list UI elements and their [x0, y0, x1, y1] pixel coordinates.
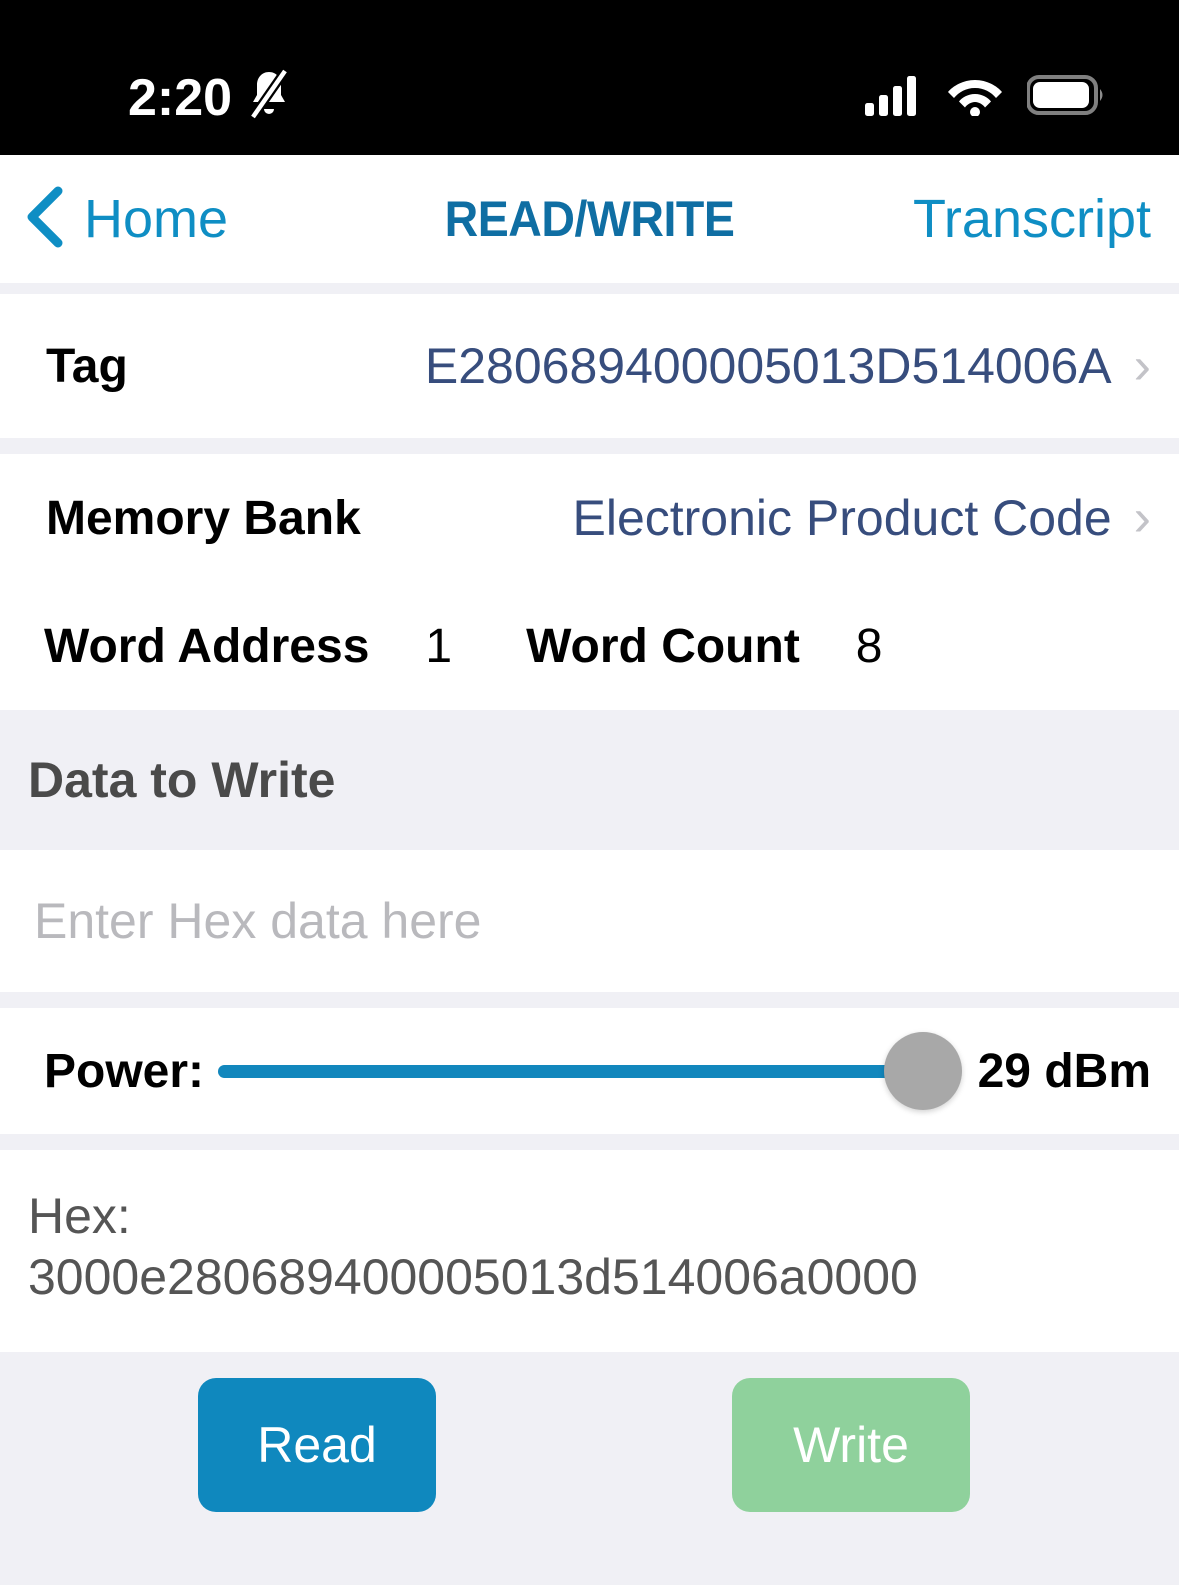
data-to-write-header: Data to Write — [0, 710, 1179, 850]
tag-value: E280689400005013D514006A — [424, 338, 1112, 394]
page-title: READ/WRITE — [444, 191, 735, 247]
power-slider-row: Power: 29 dBm — [0, 1008, 1179, 1134]
memory-bank-value: Electronic Product Code — [572, 490, 1112, 546]
write-button[interactable]: Write — [732, 1378, 970, 1512]
data-to-write-field-row[interactable] — [0, 850, 1179, 992]
cellular-signal-icon — [865, 74, 923, 121]
app-screen: 2:20 Home READ/WRITE Transcript Tag E280… — [0, 0, 1179, 1585]
hex-output-label: Hex: — [28, 1188, 131, 1244]
section-divider-4 — [0, 1134, 1179, 1150]
status-bar-right — [865, 74, 1107, 121]
slider-track-fill — [218, 1064, 924, 1078]
read-button[interactable]: Read — [198, 1378, 436, 1512]
status-bar-clock: 2:20 — [128, 68, 233, 127]
tag-label: Tag — [46, 339, 128, 393]
status-bar-left: 2:20 — [128, 68, 292, 127]
word-count-label: Word Count — [526, 619, 800, 673]
memory-bank-row[interactable]: Memory Bank Electronic Product Code › — [0, 454, 1179, 582]
memory-bank-value-cluster: Electronic Product Code › — [573, 489, 1152, 547]
memory-bank-label: Memory Bank — [46, 491, 361, 545]
chevron-right-icon: › — [1133, 489, 1151, 547]
section-divider-1 — [0, 283, 1179, 294]
hex-output-value: 3000e280689400005013d514006a0000 — [28, 1249, 918, 1305]
battery-icon — [1026, 74, 1107, 121]
power-slider[interactable] — [218, 1021, 963, 1121]
data-to-write-title: Data to Write — [28, 752, 336, 808]
slider-thumb[interactable] — [884, 1032, 963, 1110]
wifi-icon — [947, 74, 1003, 121]
navigation-bar: Home READ/WRITE Transcript — [0, 155, 1179, 283]
tag-value-cluster: E280689400005013D514006A › — [425, 337, 1151, 395]
power-label: Power: — [44, 1044, 205, 1098]
word-count-value[interactable]: 8 — [856, 619, 883, 674]
section-divider-2 — [0, 438, 1179, 454]
word-address-value[interactable]: 1 — [425, 619, 452, 674]
hex-output-panel: Hex: 3000e280689400005013d514006a0000 — [0, 1150, 1179, 1352]
word-address-label: Word Address — [44, 619, 370, 673]
status-bar: 2:20 — [0, 0, 1179, 155]
power-value: 29 dBm — [977, 1044, 1151, 1098]
tag-row[interactable]: Tag E280689400005013D514006A › — [0, 294, 1179, 438]
chevron-right-icon: › — [1133, 337, 1151, 395]
word-parameters-row: Word Address 1 Word Count 8 — [0, 582, 1179, 710]
action-buttons-bar: Read Write — [0, 1352, 1179, 1585]
section-divider-3 — [0, 992, 1179, 1008]
bell-slash-icon — [246, 68, 292, 127]
hex-data-input[interactable] — [34, 892, 1179, 950]
